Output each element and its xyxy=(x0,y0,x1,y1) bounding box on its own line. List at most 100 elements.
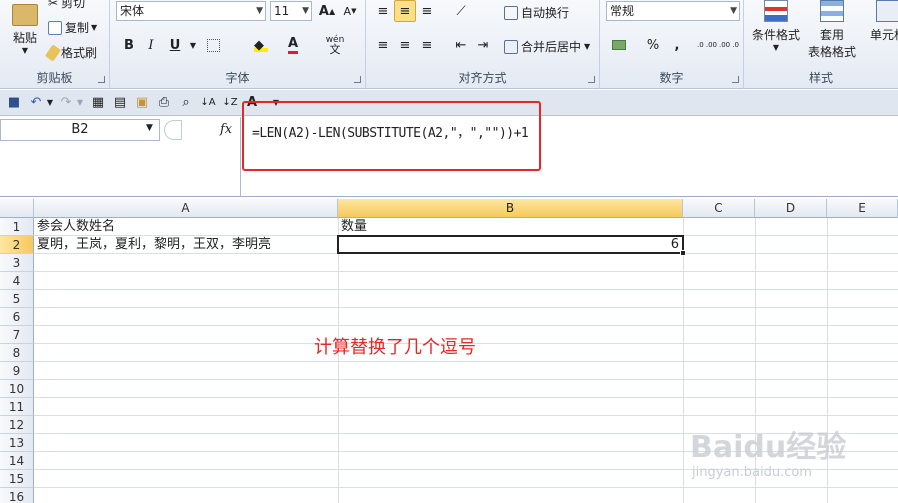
formula-highlight-box xyxy=(242,101,541,171)
align-top-button[interactable]: ≡ xyxy=(372,0,394,22)
dialog-launcher-icon[interactable] xyxy=(588,76,595,83)
font-name-combo[interactable]: 宋体 ▼ xyxy=(116,1,266,21)
table-icon[interactable]: ▦ xyxy=(90,95,106,111)
row-header-9[interactable]: 9 xyxy=(0,362,34,380)
align-center-button[interactable]: ≡ xyxy=(394,34,416,56)
increase-decimal-button[interactable]: .0 .00 xyxy=(696,34,718,56)
row-header-14[interactable]: 14 xyxy=(0,452,34,470)
cell-a2[interactable]: 夏明，王岚，夏利，黎明，王双，李明亮 xyxy=(35,236,271,254)
sort-ascending-icon[interactable]: ↓A xyxy=(200,95,216,111)
conditional-format-button[interactable]: 条件格式 ▼ xyxy=(750,0,802,52)
align-middle-button[interactable]: ≡ xyxy=(394,0,416,22)
name-box[interactable]: B2 xyxy=(0,119,160,141)
gridline xyxy=(34,271,898,272)
table-format-icon xyxy=(820,0,844,22)
font-color-button[interactable]: A xyxy=(282,34,304,56)
row-header-12[interactable]: 12 xyxy=(0,416,34,434)
cut-button[interactable]: ✂ 剪切 xyxy=(48,0,85,11)
dialog-launcher-icon[interactable] xyxy=(98,76,105,83)
increase-indent-button[interactable]: ⇥ xyxy=(472,34,494,56)
number-format-combo[interactable]: 常规 ▼ xyxy=(606,1,740,21)
ribbon: 粘贴 ▼ ✂ 剪切 复制 ▼ 格式刷 剪贴板 宋体 ▼ 11 ▼ A▲ A▼ xyxy=(0,0,898,89)
row-header-6[interactable]: 6 xyxy=(0,308,34,326)
shrink-font-button[interactable]: A ▼ xyxy=(339,0,361,22)
borders-button[interactable] xyxy=(202,34,224,56)
row-header-7[interactable]: 7 xyxy=(0,326,34,344)
wrap-text-icon xyxy=(504,5,518,20)
sort-descending-icon[interactable]: ↓Z xyxy=(222,95,238,111)
currency-button[interactable] xyxy=(608,34,630,56)
row-header-11[interactable]: 11 xyxy=(0,398,34,416)
open-icon[interactable]: ▣ xyxy=(134,95,150,111)
dialog-launcher-icon[interactable] xyxy=(732,76,739,83)
row-header-1[interactable]: 1 xyxy=(0,218,34,236)
select-all-corner[interactable] xyxy=(0,199,34,218)
form-icon[interactable]: ▤ xyxy=(112,95,128,111)
column-header-c[interactable]: C xyxy=(683,199,755,218)
chevron-down-icon: ▼ xyxy=(256,6,263,16)
align-left-button[interactable]: ≡ xyxy=(372,34,394,56)
comma-button[interactable]: , xyxy=(666,34,688,56)
expand-handle[interactable] xyxy=(164,120,182,140)
styles-group: 条件格式 ▼ 套用 表格格式 单元格 样式 xyxy=(744,0,898,89)
chevron-down-icon[interactable]: ▼ xyxy=(72,95,88,111)
decrease-indent-button[interactable]: ⇤ xyxy=(450,34,472,56)
conditional-format-icon xyxy=(764,0,788,22)
dialog-launcher-icon[interactable] xyxy=(354,76,361,83)
phonetic-button[interactable]: wén 文 xyxy=(324,34,346,56)
gridline xyxy=(34,361,898,362)
chevron-down-icon[interactable]: ▼ xyxy=(146,123,153,133)
row-header-4[interactable]: 4 xyxy=(0,272,34,290)
number-group: 常规 ▼ % , .0 .00 .00 .0 数字 xyxy=(600,0,744,89)
gridline xyxy=(34,397,898,398)
gridline xyxy=(683,218,684,503)
align-right-button[interactable]: ≡ xyxy=(416,34,438,56)
fill-color-button[interactable]: ◆ xyxy=(250,34,272,56)
cell-b1[interactable]: 数量 xyxy=(339,218,367,236)
column-header-e[interactable]: E xyxy=(827,199,898,218)
gridline xyxy=(34,379,898,380)
decrease-decimal-button[interactable]: .00 .0 xyxy=(718,34,740,56)
row-header-10[interactable]: 10 xyxy=(0,380,34,398)
font-size-combo[interactable]: 11 ▼ xyxy=(270,1,312,21)
column-header-d[interactable]: D xyxy=(755,199,827,218)
borders-icon xyxy=(206,38,220,52)
function-icon[interactable]: fx xyxy=(220,122,232,137)
merge-center-button[interactable]: 合并后居中 ▼ xyxy=(504,38,590,55)
paste-button[interactable]: 粘贴 ▼ xyxy=(8,4,42,55)
clipboard-group-label: 剪贴板 xyxy=(36,71,73,85)
italic-button[interactable]: I xyxy=(140,34,162,56)
percent-button[interactable]: % xyxy=(642,34,664,56)
chevron-down-icon[interactable]: ▼ xyxy=(42,95,58,111)
align-bottom-button[interactable]: ≡ xyxy=(416,0,438,22)
format-as-table-button[interactable]: 套用 表格格式 xyxy=(804,0,860,60)
font-color-icon: A xyxy=(287,36,299,54)
save-icon[interactable]: ■ xyxy=(6,95,22,111)
cell-styles-icon xyxy=(876,0,898,22)
column-header-a[interactable]: A xyxy=(34,199,338,218)
fill-handle[interactable] xyxy=(680,250,686,256)
font-group-label: 字体 xyxy=(225,71,250,85)
watermark-logo: Baidu经验 xyxy=(690,430,847,465)
print-icon[interactable]: ⎙ xyxy=(156,95,172,111)
row-header-8[interactable]: 8 xyxy=(0,344,34,362)
chevron-down-icon: ▼ xyxy=(730,6,737,16)
row-header-5[interactable]: 5 xyxy=(0,290,34,308)
row-header-2[interactable]: 2 xyxy=(0,236,34,254)
print-preview-icon[interactable]: ⌕ xyxy=(178,95,194,111)
annotation-text: 计算替换了几个逗号 xyxy=(314,337,476,358)
grow-font-button[interactable]: A ▲ xyxy=(316,0,338,22)
copy-button[interactable]: 复制 ▼ xyxy=(48,19,97,36)
row-header-15[interactable]: 15 xyxy=(0,470,34,488)
wrap-text-button[interactable]: 自动换行 xyxy=(504,4,569,21)
row-header-13[interactable]: 13 xyxy=(0,434,34,452)
chevron-down-icon[interactable]: ▼ xyxy=(182,34,204,56)
bold-button[interactable]: B xyxy=(118,34,140,56)
cell-a1[interactable]: 参会人数姓名 xyxy=(35,218,115,236)
column-header-b[interactable]: B xyxy=(338,199,683,218)
cell-styles-button[interactable]: 单元格 xyxy=(864,0,898,43)
orientation-button[interactable]: ⟋ xyxy=(450,0,472,22)
row-header-3[interactable]: 3 xyxy=(0,254,34,272)
row-header-16[interactable]: 16 xyxy=(0,488,34,503)
format-painter-button[interactable]: 格式刷 xyxy=(44,43,97,62)
